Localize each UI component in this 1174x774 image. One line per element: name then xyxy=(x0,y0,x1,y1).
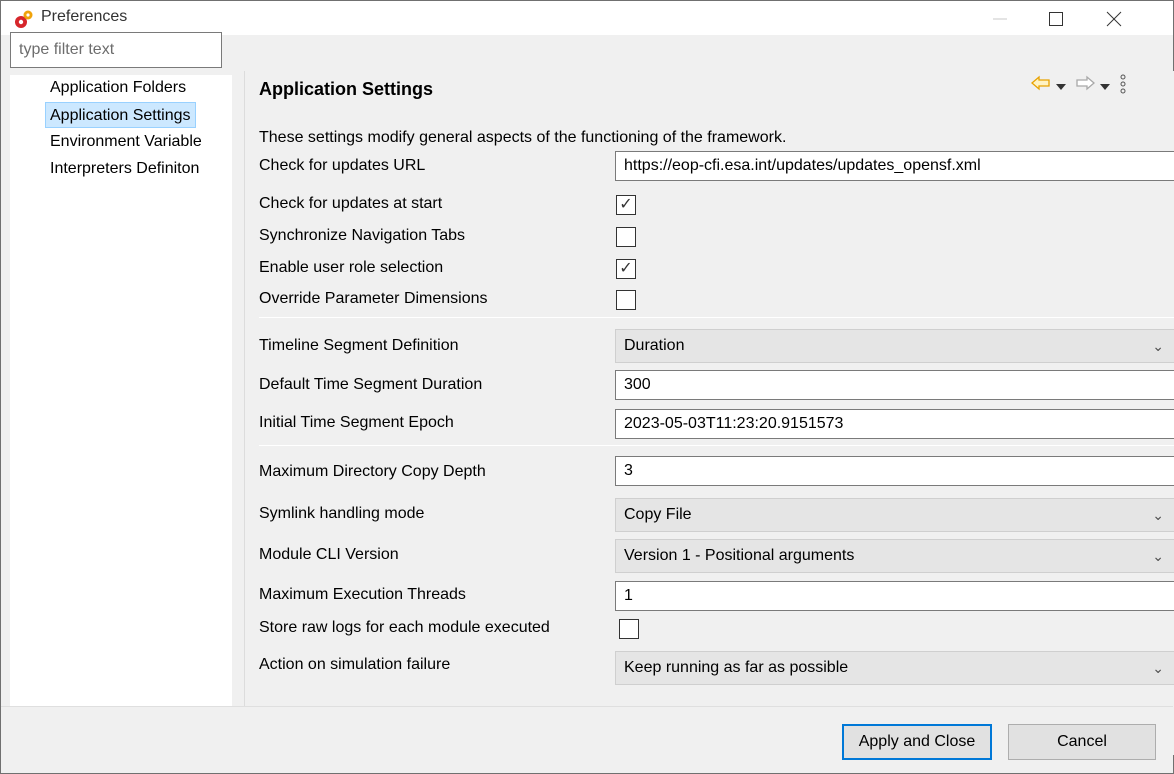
override-param-dims-checkbox[interactable] xyxy=(616,290,636,310)
label-enable-user-role: Enable user role selection xyxy=(259,259,444,276)
store-raw-logs-checkbox[interactable] xyxy=(619,619,639,639)
tree-item-environment-variable[interactable]: Environment Variable xyxy=(46,129,206,155)
tree-item-application-settings[interactable]: Application Settings xyxy=(45,102,196,128)
separator xyxy=(259,445,1174,446)
label-store-raw-logs: Store raw logs for each module executed xyxy=(259,619,550,636)
label-symlink-mode: Symlink handling mode xyxy=(259,505,425,522)
max-exec-threads-input[interactable]: 1 xyxy=(615,581,1174,611)
tree-item-interpreters-definition[interactable]: Interpreters Definiton xyxy=(46,156,203,182)
chevron-down-icon: ⌄ xyxy=(1152,548,1164,564)
chevron-down-icon: ⌄ xyxy=(1152,507,1164,523)
label-updates-url: Check for updates URL xyxy=(259,157,426,174)
filter-input[interactable]: type filter text xyxy=(10,32,222,68)
timeline-segment-def-value: Duration xyxy=(624,337,685,354)
chevron-down-icon: ⌄ xyxy=(1152,338,1164,354)
page-title: Application Settings xyxy=(259,79,434,99)
symlink-mode-value: Copy File xyxy=(624,506,692,523)
module-cli-version-value: Version 1 - Positional arguments xyxy=(624,547,855,564)
updates-url-input[interactable]: https://eop-cfi.esa.int/updates/updates_… xyxy=(615,151,1174,181)
back-arrow-icon[interactable] xyxy=(1031,75,1051,96)
tree-item-application-folders[interactable]: Application Folders xyxy=(46,75,190,101)
back-dropdown-icon[interactable] xyxy=(1056,79,1066,97)
label-sync-nav-tabs: Synchronize Navigation Tabs xyxy=(259,227,466,244)
label-action-sim-failure: Action on simulation failure xyxy=(259,656,451,673)
view-menu-icon[interactable] xyxy=(1119,73,1127,100)
action-sim-failure-value: Keep running as far as possible xyxy=(624,659,849,676)
label-initial-time-seg-epoch: Initial Time Segment Epoch xyxy=(259,414,454,431)
label-max-exec-threads: Maximum Execution Threads xyxy=(259,586,466,603)
initial-time-seg-epoch-input[interactable]: 2023-05-03T11:23:20.9151573 xyxy=(615,409,1174,439)
maximize-button[interactable] xyxy=(1033,1,1079,35)
action-sim-failure-select[interactable]: Keep running as far as possible ⌄ xyxy=(615,651,1174,685)
apply-and-close-button[interactable]: Apply and Close xyxy=(842,724,992,760)
sync-nav-tabs-checkbox[interactable] xyxy=(616,227,636,247)
page-description: These settings modify general aspects of… xyxy=(259,129,787,146)
cancel-button[interactable]: Cancel xyxy=(1008,724,1156,760)
preferences-gear-icon xyxy=(13,9,33,29)
page-header: Application Settings xyxy=(245,71,1174,107)
label-check-updates-start: Check for updates at start xyxy=(259,195,443,212)
chevron-down-icon: ⌄ xyxy=(1152,660,1164,676)
preferences-tree: Application Folders Application Settings… xyxy=(10,75,232,735)
separator xyxy=(259,317,1174,318)
label-default-time-seg-dur: Default Time Segment Duration xyxy=(259,376,483,393)
forward-dropdown-icon[interactable] xyxy=(1100,79,1110,97)
check-updates-start-checkbox[interactable]: ✓ xyxy=(616,195,636,215)
minimize-button[interactable] xyxy=(977,1,1023,35)
preferences-window: Preferences type filter text Application… xyxy=(0,0,1174,774)
default-time-seg-dur-input[interactable]: 300 xyxy=(615,370,1174,400)
dialog-footer: Apply and Close Cancel xyxy=(1,706,1173,773)
label-override-param-dims: Override Parameter Dimensions xyxy=(259,290,488,307)
title-bar: Preferences xyxy=(1,1,1173,35)
close-button[interactable] xyxy=(1091,1,1137,35)
max-dir-copy-depth-input[interactable]: 3 xyxy=(615,456,1174,486)
enable-user-role-checkbox[interactable]: ✓ xyxy=(616,259,636,279)
window-title: Preferences xyxy=(41,8,128,25)
module-cli-version-select[interactable]: Version 1 - Positional arguments ⌄ xyxy=(615,539,1174,573)
label-max-dir-copy-depth: Maximum Directory Copy Depth xyxy=(259,463,486,480)
settings-page: Application Settings These settings modi… xyxy=(244,71,1174,755)
symlink-mode-select[interactable]: Copy File ⌄ xyxy=(615,498,1174,532)
forward-arrow-icon[interactable] xyxy=(1075,75,1095,96)
timeline-segment-def-select[interactable]: Duration ⌄ xyxy=(615,329,1174,363)
label-timeline-segment-def: Timeline Segment Definition xyxy=(259,337,459,354)
label-module-cli-version: Module CLI Version xyxy=(259,546,399,563)
